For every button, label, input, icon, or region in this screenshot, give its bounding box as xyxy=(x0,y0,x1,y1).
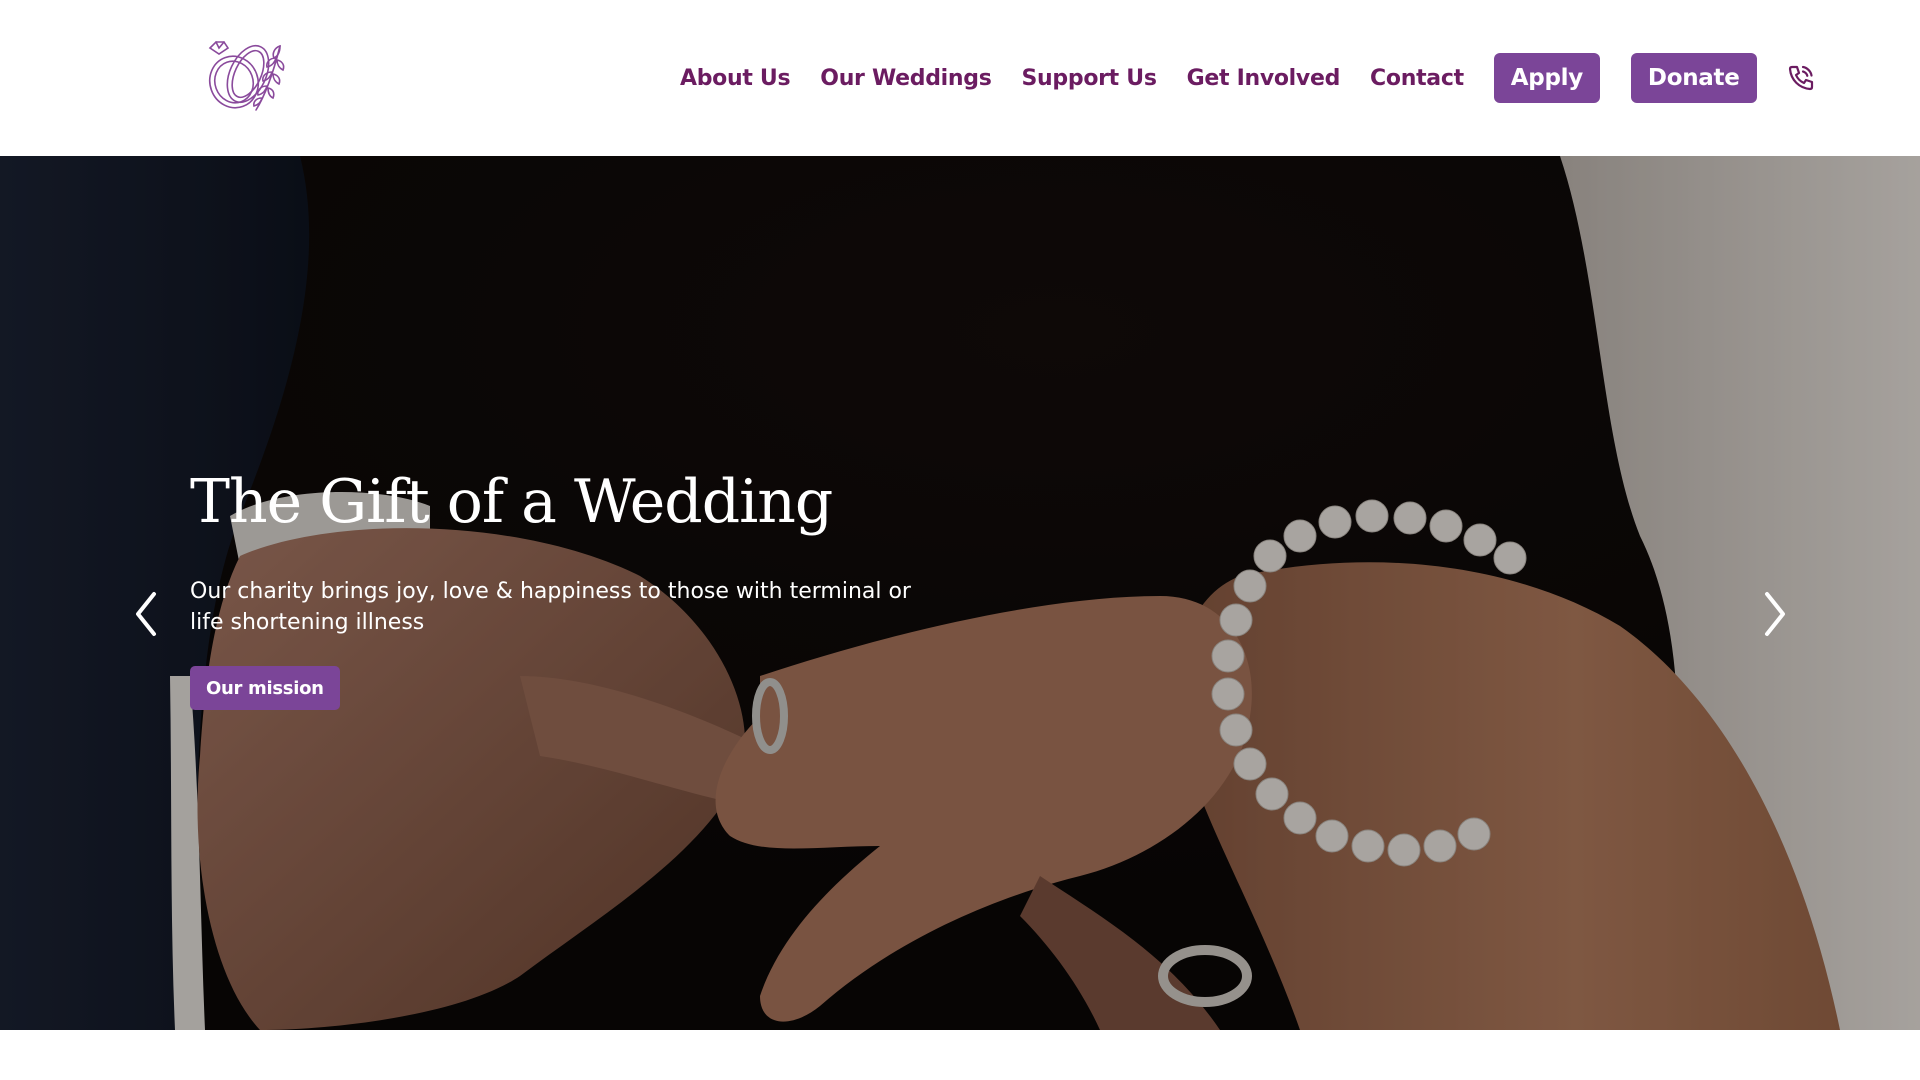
nav-our-weddings[interactable]: Our Weddings xyxy=(820,66,992,91)
hero-title: The Gift of a Wedding xyxy=(190,467,833,537)
chevron-right-icon xyxy=(1765,592,1785,636)
chevron-left-icon xyxy=(136,592,156,636)
hero-content: The Gift of a Wedding Our charity brings… xyxy=(190,466,950,710)
page-body-start xyxy=(0,1030,1920,1080)
carousel-prev-button[interactable] xyxy=(126,586,166,642)
nav-contact[interactable]: Contact xyxy=(1370,66,1464,91)
hero-carousel: The Gift of a Wedding Our charity brings… xyxy=(0,156,1920,1030)
apply-button[interactable]: Apply xyxy=(1493,53,1600,103)
wedding-rings-logo-icon xyxy=(208,41,285,111)
nav-about-us[interactable]: About Us xyxy=(680,66,791,91)
nav-support-us[interactable]: Support Us xyxy=(1022,66,1157,91)
phone-button[interactable] xyxy=(1785,62,1817,94)
hero-subtitle: Our charity brings joy, love & happiness… xyxy=(190,579,911,635)
phone-icon xyxy=(1788,65,1813,91)
site-header: About Us Our Weddings Support Us Get Inv… xyxy=(0,0,1920,156)
our-mission-button[interactable]: Our mission xyxy=(190,666,340,710)
main-nav: About Us Our Weddings Support Us Get Inv… xyxy=(680,52,1817,104)
logo[interactable] xyxy=(196,30,288,120)
donate-button[interactable]: Donate xyxy=(1630,53,1757,103)
nav-get-involved[interactable]: Get Involved xyxy=(1187,66,1341,91)
carousel-next-button[interactable] xyxy=(1755,586,1795,642)
